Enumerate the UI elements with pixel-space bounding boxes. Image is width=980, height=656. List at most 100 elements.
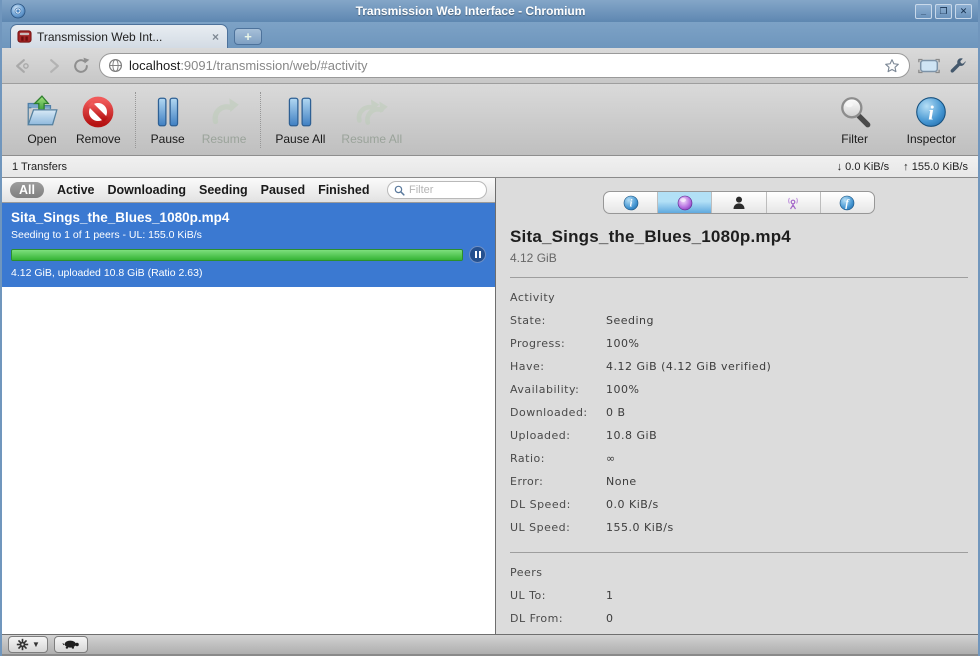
detail-row: Availability: 100% <box>510 383 968 396</box>
window-titlebar[interactable]: Transmission Web Interface - Chromium _ … <box>2 0 978 22</box>
detail-row: DL Speed: 0.0 KiB/s <box>510 498 968 511</box>
transmission-favicon <box>17 30 32 43</box>
url-host: localhost <box>129 58 181 73</box>
filter-tab-finished[interactable]: Finished <box>318 183 369 197</box>
divider <box>510 277 968 278</box>
inspector-panel: i f Sita_Sings_the_Blues_1080p.mp4 4.12 … <box>496 178 978 634</box>
inspector-tab-files[interactable]: f <box>819 192 874 213</box>
detail-value: 0 <box>606 612 614 625</box>
browser-navbar: localhost:9091/transmission/web/#activit… <box>2 48 978 84</box>
activity-heading: Activity <box>510 291 556 304</box>
inspector-tab-info[interactable]: i <box>604 192 657 213</box>
back-icon[interactable] <box>12 55 34 77</box>
detail-value: 0.0 KiB/s <box>606 498 659 511</box>
resume-all-button[interactable]: Resume All <box>333 92 410 148</box>
detail-value: 4.12 GiB (4.12 GiB verified) <box>606 360 772 373</box>
torrent-row[interactable]: Sita_Sings_the_Blues_1080p.mp4 Seeding t… <box>2 203 495 287</box>
download-speed: ↓ 0.0 KiB/s <box>836 160 890 173</box>
detail-row: Progress: 100% <box>510 337 968 350</box>
remove-icon <box>82 96 114 127</box>
maximize-button[interactable]: ❐ <box>935 3 952 19</box>
browser-tab[interactable]: Transmission Web Int... × <box>10 24 228 48</box>
filter-tab-paused[interactable]: Paused <box>261 183 305 197</box>
torrent-progress-fill <box>12 249 462 260</box>
inspector-tab-trackers[interactable] <box>765 192 820 213</box>
detail-label: DL Speed: <box>510 498 571 511</box>
inspector-tab-activity[interactable] <box>657 192 712 213</box>
detail-label: Availability: <box>510 383 580 396</box>
detail-label: UL Speed: <box>510 521 571 534</box>
filter-bar: All Active Downloading Seeding Paused Fi… <box>2 178 495 203</box>
turtle-icon <box>62 640 79 649</box>
settings-menu-button[interactable]: ▼ <box>8 636 48 653</box>
resume-label: Resume <box>201 131 247 146</box>
gear-icon <box>16 638 29 651</box>
peers-section: Peers UL To: 1 DL From: 0 <box>510 566 968 625</box>
url-bar[interactable]: localhost:9091/transmission/web/#activit… <box>99 53 910 78</box>
inspector-tab-peers[interactable] <box>711 192 765 213</box>
filter-tab-downloading[interactable]: Downloading <box>108 183 186 197</box>
activity-rows: State: Seeding Progress: 100% Have: 4.12… <box>510 314 968 534</box>
filter-search-box[interactable] <box>387 181 487 199</box>
detail-row: Have: 4.12 GiB (4.12 GiB verified) <box>510 360 968 373</box>
turtle-speed-button[interactable] <box>53 636 88 653</box>
magnifier-icon <box>840 96 870 127</box>
resume-all-icon <box>356 98 388 125</box>
activity-section: Activity State: Seeding Progress: 100% H… <box>510 291 968 534</box>
filter-search-input[interactable] <box>409 184 473 196</box>
detail-value: None <box>606 475 637 488</box>
detail-label: DL From: <box>510 612 564 625</box>
transmission-toolbar: Open Remove Pause Resume Pause All Resum… <box>2 84 978 156</box>
detail-label: Downloaded: <box>510 406 588 419</box>
detail-row: Uploaded: 10.8 GiB <box>510 429 968 442</box>
wrench-menu-icon[interactable] <box>946 55 968 77</box>
torrent-progress-bar <box>11 248 463 261</box>
inspector-tab-bar: i f <box>603 191 875 214</box>
transfer-count-bar: 1 Transfers ↓ 0.0 KiB/s ↑ 155.0 KiB/s <box>2 156 978 178</box>
tab-close-icon[interactable]: × <box>210 30 221 44</box>
new-tab-button[interactable]: + <box>234 28 262 45</box>
detail-row: Ratio: ∞ <box>510 452 968 465</box>
activity-orb-icon <box>677 195 693 210</box>
detail-value: 10.8 GiB <box>606 429 658 442</box>
detail-label: Uploaded: <box>510 429 571 442</box>
detail-value: 100% <box>606 337 640 350</box>
torrent-details: 4.12 GiB, uploaded 10.8 GiB (Ratio 2.63) <box>11 267 203 279</box>
pause-all-button[interactable]: Pause All <box>267 92 333 148</box>
minimize-button[interactable]: _ <box>915 3 932 19</box>
filter-tab-seeding[interactable]: Seeding <box>199 183 248 197</box>
upload-speed: ↑ 155.0 KiB/s <box>903 160 968 173</box>
torrent-pause-button[interactable] <box>469 246 486 263</box>
filter-button[interactable]: Filter <box>829 92 881 148</box>
reload-icon[interactable] <box>70 55 92 77</box>
detail-row: State: Seeding <box>510 314 968 327</box>
divider <box>510 552 968 553</box>
detail-value: 0 B <box>606 406 626 419</box>
pause-button[interactable]: Pause <box>142 92 194 148</box>
detail-row: UL To: 1 <box>510 589 968 602</box>
resume-button[interactable]: Resume <box>194 92 255 148</box>
caret-down-icon: ▼ <box>32 640 40 649</box>
forward-icon[interactable] <box>41 55 63 77</box>
torrent-name: Sita_Sings_the_Blues_1080p.mp4 <box>11 210 230 225</box>
open-folder-icon <box>27 94 58 125</box>
filter-tab-all[interactable]: All <box>10 182 44 198</box>
search-icon <box>394 185 405 196</box>
bookmark-star-icon[interactable] <box>883 57 901 75</box>
detail-value: 1 <box>606 589 614 602</box>
remove-button[interactable]: Remove <box>68 92 129 148</box>
close-button[interactable]: ✕ <box>955 3 972 19</box>
open-button[interactable]: Open <box>16 92 68 148</box>
url-text[interactable]: localhost:9091/transmission/web/#activit… <box>129 58 877 73</box>
detail-label: State: <box>510 314 546 327</box>
files-icon: f <box>840 195 855 210</box>
inspector-button[interactable]: i Inspector <box>899 92 964 148</box>
detail-label: Error: <box>510 475 544 488</box>
filter-tab-active[interactable]: Active <box>57 183 95 197</box>
selection-capture-icon[interactable] <box>917 55 940 77</box>
detail-value: Seeding <box>606 314 655 327</box>
pause-all-label: Pause All <box>275 131 326 146</box>
pause-all-icon <box>289 97 312 126</box>
torrent-list[interactable]: Sita_Sings_the_Blues_1080p.mp4 Seeding t… <box>2 203 495 634</box>
inspector-title: Sita_Sings_the_Blues_1080p.mp4 <box>510 227 791 246</box>
